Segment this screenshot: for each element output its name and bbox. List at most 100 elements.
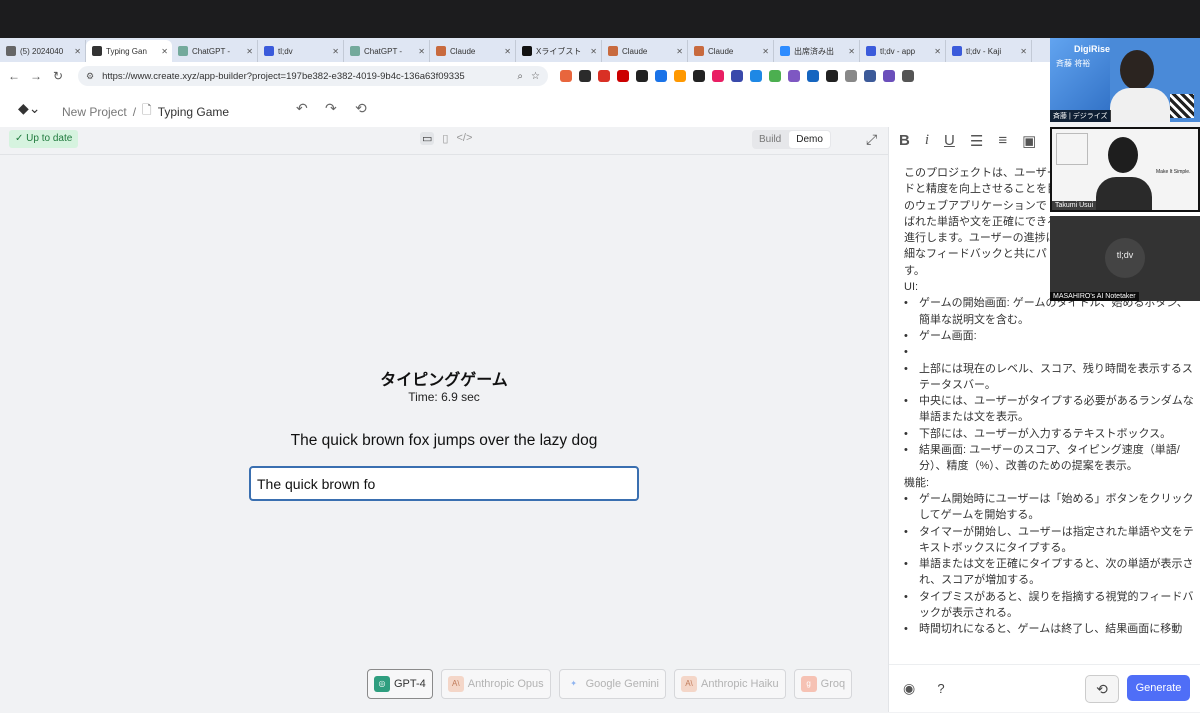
- address-bar[interactable]: ⚙ https://www.create.xyz/app-builder?pro…: [78, 66, 548, 86]
- model-option[interactable]: A\ Anthropic Haiku: [674, 669, 786, 699]
- discord-icon[interactable]: ◉: [903, 680, 915, 697]
- browser-tab[interactable]: Typing Gan ✕: [86, 40, 172, 62]
- video-caption: Takumi Usui: [1052, 201, 1097, 210]
- prompt-bullet: タイプミスがあると、誤りを指摘する視覚的フィードバックが表示される。: [904, 589, 1196, 622]
- poster: [1056, 133, 1088, 165]
- device-toggle: ▭ ▯ </>: [420, 132, 472, 145]
- extension-icon[interactable]: [579, 70, 591, 82]
- extension-icon[interactable]: [902, 70, 914, 82]
- extension-icon[interactable]: [693, 70, 705, 82]
- help-button[interactable]: ?: [930, 678, 952, 700]
- typing-input[interactable]: The quick brown fo: [249, 466, 639, 501]
- close-tab-icon[interactable]: ✕: [1020, 47, 1027, 56]
- extension-icon[interactable]: [731, 70, 743, 82]
- gemini-icon: ✦: [570, 679, 577, 688]
- extension-icon[interactable]: [712, 70, 724, 82]
- browser-tab[interactable]: Xライブスト ✕: [516, 40, 602, 62]
- browser-tab[interactable]: tl;dv - app ✕: [860, 40, 946, 62]
- browser-tab[interactable]: Claude ✕: [430, 40, 516, 62]
- create-logo-icon[interactable]: ◆⌄: [18, 100, 41, 117]
- expand-icon[interactable]: ⤢: [866, 131, 877, 148]
- demo-tab[interactable]: Demo: [789, 131, 830, 148]
- extension-icon[interactable]: [769, 70, 781, 82]
- extension-icon[interactable]: [788, 70, 800, 82]
- italic-icon[interactable]: i: [925, 132, 929, 150]
- close-tab-icon[interactable]: ✕: [934, 47, 941, 56]
- bullet-list-icon[interactable]: ≡: [998, 132, 1007, 150]
- model-label: Anthropic Haiku: [701, 678, 779, 690]
- mobile-icon[interactable]: ▯: [442, 132, 448, 145]
- close-tab-icon[interactable]: ✕: [418, 47, 425, 56]
- model-option[interactable]: A\ Anthropic Opus: [440, 669, 551, 699]
- browser-tab[interactable]: ChatGPT - ✕: [344, 40, 430, 62]
- project-name[interactable]: Typing Game: [158, 105, 229, 119]
- extension-icon[interactable]: [617, 70, 629, 82]
- close-tab-icon[interactable]: ✕: [848, 47, 855, 56]
- close-tab-icon[interactable]: ✕: [504, 47, 511, 56]
- browser-tab[interactable]: tl;dv - Kaji ✕: [946, 40, 1032, 62]
- browser-tab[interactable]: Claude ✕: [688, 40, 774, 62]
- close-tab-icon[interactable]: ✕: [590, 47, 597, 56]
- model-label: GPT-4: [394, 678, 426, 690]
- poster-note: Make It Simple.: [1156, 169, 1191, 175]
- extension-icon[interactable]: [864, 70, 876, 82]
- tab-label: tl;dv - app: [880, 46, 916, 56]
- extension-icon[interactable]: [883, 70, 895, 82]
- browser-tab[interactable]: tl;dv ✕: [258, 40, 344, 62]
- zoom-icon[interactable]: ⌕: [517, 71, 523, 82]
- bookmark-star-icon[interactable]: ☆: [531, 71, 540, 82]
- reload-icon[interactable]: ↻: [50, 68, 66, 84]
- undo-icon[interactable]: ↶: [296, 100, 308, 117]
- extension-icon[interactable]: [826, 70, 838, 82]
- desktop-icon[interactable]: ▭: [420, 132, 435, 145]
- extension-icon[interactable]: [750, 70, 762, 82]
- model-label: Google Gemini: [585, 678, 659, 690]
- video-caption: 斉藤 | デジライズ: [1050, 110, 1111, 122]
- forward-icon[interactable]: →: [28, 68, 44, 84]
- tab-label: Xライブスト: [536, 46, 582, 56]
- browser-tab[interactable]: (5) 2024040 ✕: [0, 40, 86, 62]
- model-option[interactable]: g Groq: [793, 669, 853, 699]
- history-icon[interactable]: ⟲: [355, 100, 367, 117]
- close-tab-icon[interactable]: ✕: [332, 47, 339, 56]
- zoom-icon: [780, 46, 790, 56]
- close-tab-icon[interactable]: ✕: [246, 47, 253, 56]
- target-sentence: The quick brown fox jumps over the lazy …: [290, 432, 598, 449]
- refresh-button[interactable]: ⟲: [1085, 675, 1119, 703]
- underline-icon[interactable]: U: [944, 132, 955, 150]
- browser-tab[interactable]: Claude ✕: [602, 40, 688, 62]
- page-icon: [6, 46, 16, 56]
- image-icon[interactable]: ▣: [1022, 132, 1036, 150]
- close-tab-icon[interactable]: ✕: [676, 47, 683, 56]
- model-option[interactable]: ✦ Google Gemini: [558, 669, 666, 699]
- url-text: https://www.create.xyz/app-builder?proje…: [102, 70, 465, 82]
- generate-button[interactable]: Generate: [1127, 675, 1190, 701]
- close-tab-icon[interactable]: ✕: [74, 47, 81, 56]
- extension-icon[interactable]: [636, 70, 648, 82]
- extension-icon[interactable]: [598, 70, 610, 82]
- extension-icon[interactable]: [845, 70, 857, 82]
- extension-icon[interactable]: [655, 70, 667, 82]
- model-option[interactable]: ◎ GPT-4: [367, 669, 433, 699]
- code-icon[interactable]: </>: [456, 132, 472, 145]
- bold-icon[interactable]: B: [899, 132, 910, 150]
- tab-label: Claude: [450, 46, 476, 56]
- close-tab-icon[interactable]: ✕: [762, 47, 769, 56]
- extension-icon[interactable]: [560, 70, 572, 82]
- tab-label: ChatGPT -: [364, 46, 403, 56]
- browser-tab[interactable]: ChatGPT - ✕: [172, 40, 258, 62]
- breadcrumb-root[interactable]: New Project: [62, 105, 127, 119]
- browser-tab-strip: (5) 2024040 ✕ Typing Gan ✕ ChatGPT - ✕ tl;dv ✕…: [0, 38, 1200, 62]
- redo-icon[interactable]: ↷: [325, 100, 337, 117]
- extension-icon[interactable]: [674, 70, 686, 82]
- site-settings-icon[interactable]: ⚙: [86, 71, 94, 82]
- person-head: [1120, 50, 1154, 90]
- browser-tab[interactable]: 出席済み出 ✕: [774, 40, 860, 62]
- build-tab[interactable]: Build: [752, 130, 788, 149]
- ordered-list-icon[interactable]: ☰: [970, 132, 983, 150]
- extension-icon[interactable]: [807, 70, 819, 82]
- prompt-bullet: [904, 344, 1196, 361]
- close-tab-icon[interactable]: ✕: [161, 47, 168, 56]
- app-header: ◆⌄ New Project / 🗋 Typing Game ↶ ↷ ⟲: [0, 90, 1050, 127]
- back-icon[interactable]: ←: [6, 68, 22, 84]
